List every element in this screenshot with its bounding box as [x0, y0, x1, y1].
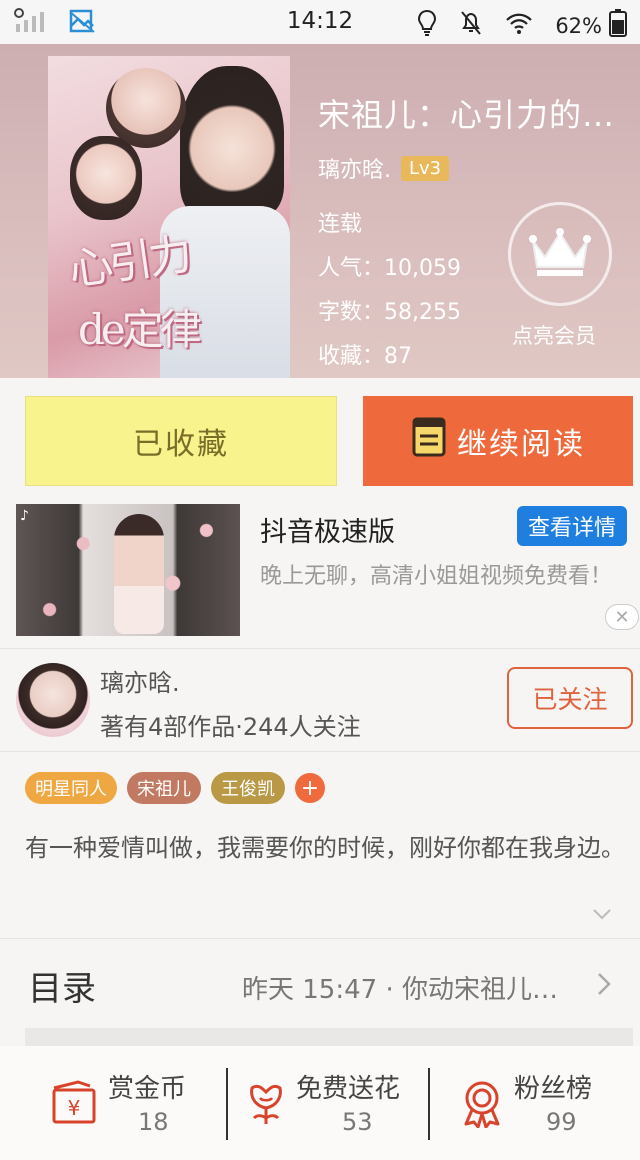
bottom-action-bar: ¥ 赏金币 18 免费送花 53 粉丝榜 99: [0, 1046, 640, 1160]
tag[interactable]: 王俊凯: [211, 772, 285, 804]
battery-icon: [606, 8, 630, 43]
level-badge: Lv3: [401, 155, 450, 181]
tiktok-icon: ♪: [20, 508, 29, 524]
ad-banner[interactable]: ♪ 抖音极速版 查看详情 晚上无聊，高清小姐姐视频免费看！ ✕: [0, 500, 640, 640]
fans-label: 粉丝榜: [514, 1074, 593, 1104]
wifi-icon: [505, 11, 533, 40]
book-header: 心引力 de定律 宋祖儿：心引力的… 璃亦晗. Lv3 连载 人气：10,059…: [0, 44, 640, 378]
section-divider: [25, 1028, 633, 1046]
fans-count: 99: [546, 1108, 577, 1136]
book-collections: 收藏：87: [318, 344, 412, 369]
toc-title: 目录: [28, 969, 96, 1009]
flower-label: 免费送花: [296, 1074, 401, 1104]
reward-label: 赏金币: [108, 1074, 187, 1104]
ad-image[interactable]: ♪: [16, 504, 240, 636]
continue-reading-label: 继续阅读: [457, 427, 585, 462]
ad-description[interactable]: 晚上无聊，高清小姐姐视频免费看！: [260, 560, 632, 594]
follow-button[interactable]: 已关注: [507, 667, 633, 729]
reward-count: 18: [138, 1108, 169, 1136]
crown-icon: [527, 227, 593, 281]
medal-icon: [460, 1080, 504, 1132]
separator: [428, 1068, 430, 1140]
book-intro: 有一种爱情叫做，我需要你的时候，刚好你都在我身边。: [25, 834, 625, 862]
ad-title[interactable]: 抖音极速版: [260, 510, 395, 549]
chevron-down-icon[interactable]: [592, 906, 612, 926]
continue-reading-button[interactable]: 继续阅读: [363, 396, 633, 486]
author-card-name[interactable]: 璃亦晗.: [100, 663, 180, 698]
flower-icon: [244, 1080, 288, 1130]
bulb-icon: [417, 9, 437, 42]
tag-list: 明星同人 宋祖儿 王俊凯 +: [25, 772, 325, 804]
vip-label[interactable]: 点亮会员: [512, 320, 596, 350]
reward-coins-button[interactable]: ¥ 赏金币 18: [50, 1064, 220, 1144]
author-name[interactable]: 璃亦晗.: [318, 152, 391, 184]
collected-button[interactable]: 已收藏: [25, 396, 337, 486]
battery-text: 62%: [555, 13, 602, 38]
tag[interactable]: 明星同人: [25, 772, 117, 804]
book-status: 连载: [318, 212, 363, 237]
mute-icon: [459, 10, 483, 41]
tag[interactable]: 宋祖儿: [127, 772, 201, 804]
flower-count: 53: [342, 1108, 373, 1136]
table-of-contents[interactable]: 目录 昨天 15:47 · 你动宋祖儿…: [0, 938, 640, 1030]
svg-text:¥: ¥: [68, 1096, 81, 1120]
ad-close-icon[interactable]: ✕: [605, 604, 639, 630]
book-icon: [411, 416, 447, 466]
toc-latest-chapter[interactable]: 昨天 15:47 · 你动宋祖儿…: [242, 969, 588, 1006]
author-card[interactable]: 璃亦晗. 著有4部作品·244人关注 已关注: [0, 648, 640, 752]
avatar[interactable]: [16, 663, 90, 737]
author-card-stats: 著有4部作品·244人关注: [100, 713, 361, 741]
cover-subtitle-art: de定律: [78, 305, 202, 354]
separator: [226, 1068, 228, 1140]
add-tag-button[interactable]: +: [295, 773, 325, 803]
chevron-right-icon: [596, 971, 612, 1001]
book-word-count: 字数：58,255: [318, 300, 461, 325]
book-popularity: 人气：10,059: [318, 256, 461, 281]
red-envelope-icon: ¥: [50, 1080, 98, 1130]
author-row[interactable]: 璃亦晗. Lv3: [318, 152, 450, 184]
vip-button[interactable]: [508, 202, 612, 306]
book-title: 宋祖儿：心引力的…: [318, 96, 616, 134]
send-flower-button[interactable]: 免费送花 53: [244, 1064, 424, 1144]
collected-label: 已收藏: [133, 427, 229, 462]
status-bar: 14:12 62%: [0, 0, 640, 44]
ad-details-button[interactable]: 查看详情: [517, 506, 627, 546]
book-cover[interactable]: 心引力 de定律: [48, 56, 290, 378]
fans-ranking-button[interactable]: 粉丝榜 99: [460, 1064, 630, 1144]
